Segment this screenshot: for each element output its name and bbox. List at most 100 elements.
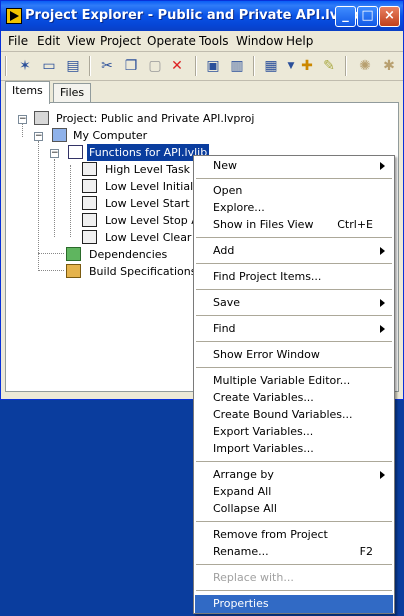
filter-icon[interactable]: ✚ [297,56,317,76]
vi-icon [82,179,97,193]
tree-item-vi[interactable]: High Level Task of [82,161,204,178]
menu-separator [196,341,392,342]
tree-item-dependencies[interactable]: Dependencies [66,246,206,263]
tree-item-vi[interactable]: Low Level Start Ac [82,195,206,212]
menu-item-save[interactable]: Save [195,294,393,312]
menu-separator [196,521,392,522]
menu-item-create-variables[interactable]: Create Variables... [195,389,393,407]
menu-window[interactable]: Window [236,34,283,48]
labview-app-icon [6,8,22,24]
menu-separator [196,178,392,179]
cut-icon[interactable]: ✂ [97,56,117,76]
save-all-icon[interactable]: ▤ [63,56,83,76]
menu-item-rename[interactable]: Rename... F2 [195,543,393,561]
minimize-button[interactable]: _ [335,6,356,27]
tree-item-label: Dependencies [89,248,168,261]
deploy-icon[interactable]: ▥ [227,56,247,76]
menu-item-replace-with: Replace with... [213,571,294,584]
copy-icon[interactable]: ❐ [121,56,141,76]
project-icon [34,111,49,125]
menu-view[interactable]: View [67,34,95,48]
menu-separator [196,564,392,565]
title-bar[interactable]: Project Explorer - Public and Private AP… [1,1,403,31]
menu-separator [196,315,392,316]
menu-item-collapse-all[interactable]: Collapse All [195,500,393,518]
menu-item-show-error-window[interactable]: Show Error Window [195,346,393,364]
vi-icon [82,196,97,210]
collapse-icon[interactable]: − [50,149,59,158]
menu-item-add[interactable]: Add [195,242,393,260]
menu-tools[interactable]: Tools [199,34,229,48]
tab-items[interactable]: Items [5,81,50,104]
menu-item-new[interactable]: New [195,157,393,175]
ring-icon[interactable]: ✺ [355,56,375,76]
tree-line [38,253,64,254]
menu-item-explore[interactable]: Explore... [195,199,393,217]
menu-edit[interactable]: Edit [37,34,60,48]
dependencies-icon [66,247,81,261]
menu-item-open[interactable]: Open [195,182,393,200]
menu-operate[interactable]: Operate [147,34,196,48]
submenu-arrow-icon [380,325,385,333]
tree-item-project[interactable]: − Project: Public and Private API.lvproj [18,110,318,127]
view-icon[interactable]: ▦ [261,56,281,76]
tree-item-label: High Level Task of [105,163,205,176]
tree-item-vi[interactable]: Low Level Clear Ta [82,229,207,246]
tree-item-label: Low Level Start Ac [105,197,207,210]
open-icon[interactable]: ▭ [39,56,59,76]
menu-file[interactable]: File [8,34,28,48]
submenu-arrow-icon [380,471,385,479]
menu-item-label: Rename... [213,545,269,558]
menu-separator [196,263,392,264]
menu-item-arrange-by[interactable]: Arrange by [195,466,393,484]
maximize-button[interactable]: □ [357,6,378,27]
new-icon[interactable]: ✶ [15,56,35,76]
menu-item-multiple-variable-editor[interactable]: Multiple Variable Editor... [195,372,393,390]
menu-help[interactable]: Help [286,34,313,48]
menu-item-label: Find [213,322,236,335]
menu-item-label: Show in Files View [213,218,314,231]
gear-icon[interactable]: ✱ [379,56,399,76]
tree-item-build-specifications[interactable]: Build Specifications [66,263,206,280]
tree-item-vi[interactable]: Low Level Stop Ac [82,212,205,229]
tree-item-label: Low Level Stop Ac [105,214,205,227]
menu-shortcut: Ctrl+E [337,218,373,231]
tree-item-vi[interactable]: Low Level Initialize [82,178,209,195]
tree-item-library[interactable]: − Functions for API.lvlib [50,144,210,161]
tree-item-label: Functions for API.lvlib [87,144,210,161]
menu-item-find-project-items[interactable]: Find Project Items... [195,268,393,286]
menu-shortcut: F2 [359,545,373,558]
tree-line [38,141,39,269]
collapse-icon[interactable]: − [34,132,43,141]
delete-icon[interactable]: ✕ [167,56,187,76]
menu-separator [196,590,392,591]
tab-files[interactable]: Files [53,83,92,103]
tree-item-computer[interactable]: − My Computer [34,127,234,144]
toolbar: ✶ ▭ ▤ ✂ ❐ ▢ ✕ ▣ ▥ ▦ ▼ ✚ ✎ ✺ ✱ [1,52,403,81]
collapse-icon[interactable]: − [18,115,27,124]
submenu-arrow-icon [380,162,385,170]
menu-item-create-bound-variables[interactable]: Create Bound Variables... [195,406,393,424]
menu-bar: File Edit View Project Operate Tools Win… [1,31,403,52]
menu-separator [196,237,392,238]
tree-item-label: Project: Public and Private API.lvproj [56,112,255,125]
menu-item-show-in-files-view[interactable]: Show in Files View Ctrl+E [195,216,393,234]
submenu-arrow-icon [380,299,385,307]
window-title: Project Explorer - Public and Private AP… [25,8,368,23]
build-specifications-icon [66,264,81,278]
menu-item-import-variables[interactable]: Import Variables... [195,440,393,458]
settings-icon[interactable]: ✎ [319,56,339,76]
menu-item-export-variables[interactable]: Export Variables... [195,423,393,441]
menu-item-expand-all[interactable]: Expand All [195,483,393,501]
vi-icon [82,230,97,244]
paste-icon[interactable]: ▢ [145,56,165,76]
menu-item-properties[interactable]: Properties [195,595,393,613]
menu-item-label: New [213,159,237,172]
menu-item-find[interactable]: Find [195,320,393,338]
menu-project[interactable]: Project [100,34,141,48]
build-icon[interactable]: ▣ [203,56,223,76]
toolbar-separator [345,56,347,76]
menu-item-remove-from-project[interactable]: Remove from Project [195,526,393,544]
menu-item-label: Add [213,244,235,257]
close-button[interactable]: × [379,6,400,27]
